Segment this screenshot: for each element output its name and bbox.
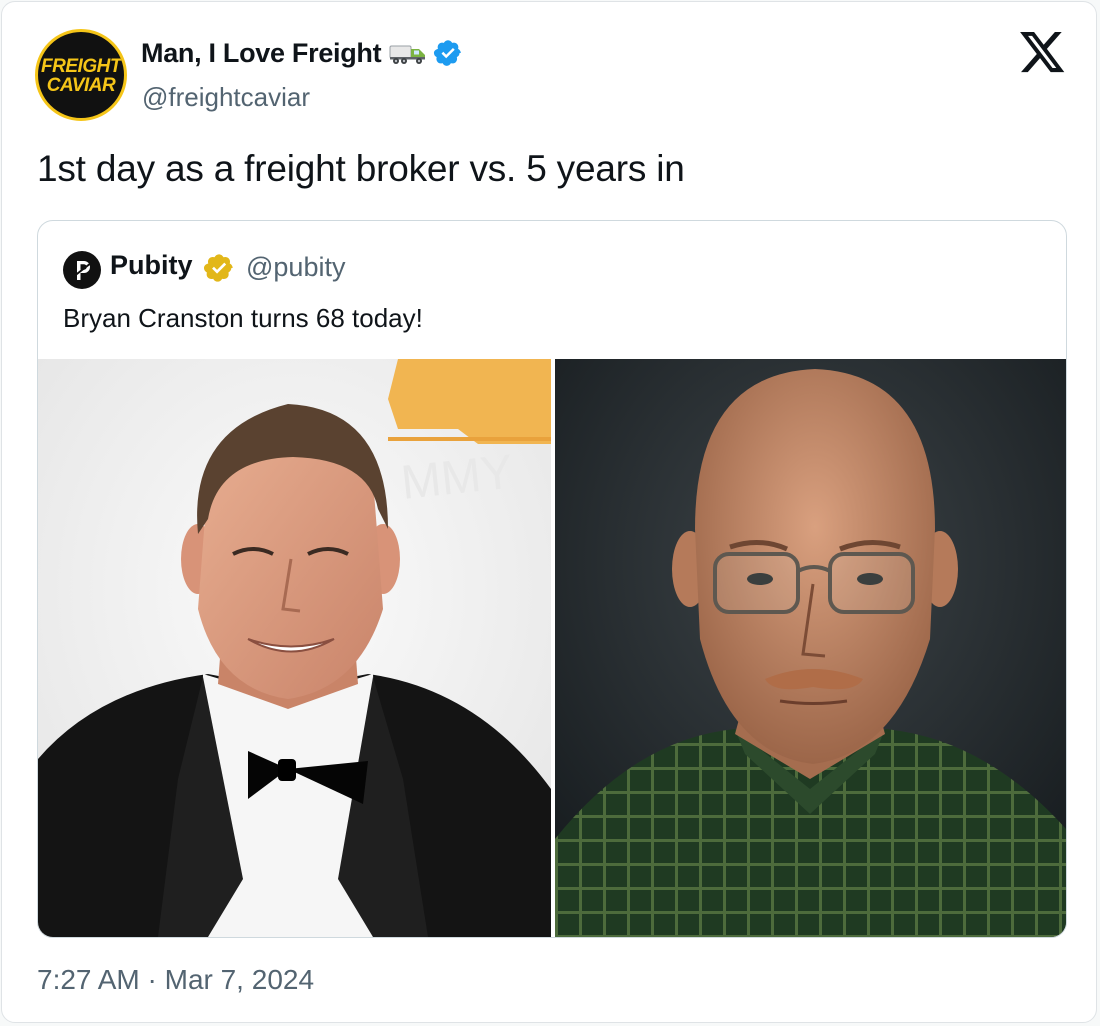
author-avatar[interactable]: FREIGHT CAVIAR [35,29,127,121]
photo-bald-man-glasses[interactable] [555,359,1066,937]
verified-badge-icon [434,40,462,66]
delivery-truck-icon [389,45,426,64]
quoted-tweet-text: Bryan Cranston turns 68 today! [63,303,423,333]
tweet-text: 1st day as a freight broker vs. 5 years … [37,148,685,189]
quoted-tweet[interactable]: Pubity @pubity Bryan Cranston turns 68 t… [37,220,1067,938]
tweet-card: FREIGHT CAVIAR Man, I Love Freight @frei… [1,1,1097,1023]
tweet-timestamp[interactable]: 7:27 AM · Mar 7, 2024 [37,964,314,996]
author-display-name[interactable]: Man, I Love Freight [141,38,382,69]
author-handle[interactable]: @freightcaviar [142,82,310,113]
x-logo-icon[interactable] [1020,32,1066,74]
author-name-row: Man, I Love Freight [141,36,463,70]
gold-verified-badge-icon [204,254,233,282]
pubity-p-logo-icon[interactable] [63,251,101,289]
photo-tuxedo-man[interactable]: MMY [38,359,551,937]
quoted-author-name[interactable]: Pubity [110,250,193,281]
quoted-media-grid: MMY [38,359,1066,937]
avatar-logo-line2: CAVIAR [46,75,116,96]
quoted-author-handle[interactable]: @pubity [246,252,345,283]
